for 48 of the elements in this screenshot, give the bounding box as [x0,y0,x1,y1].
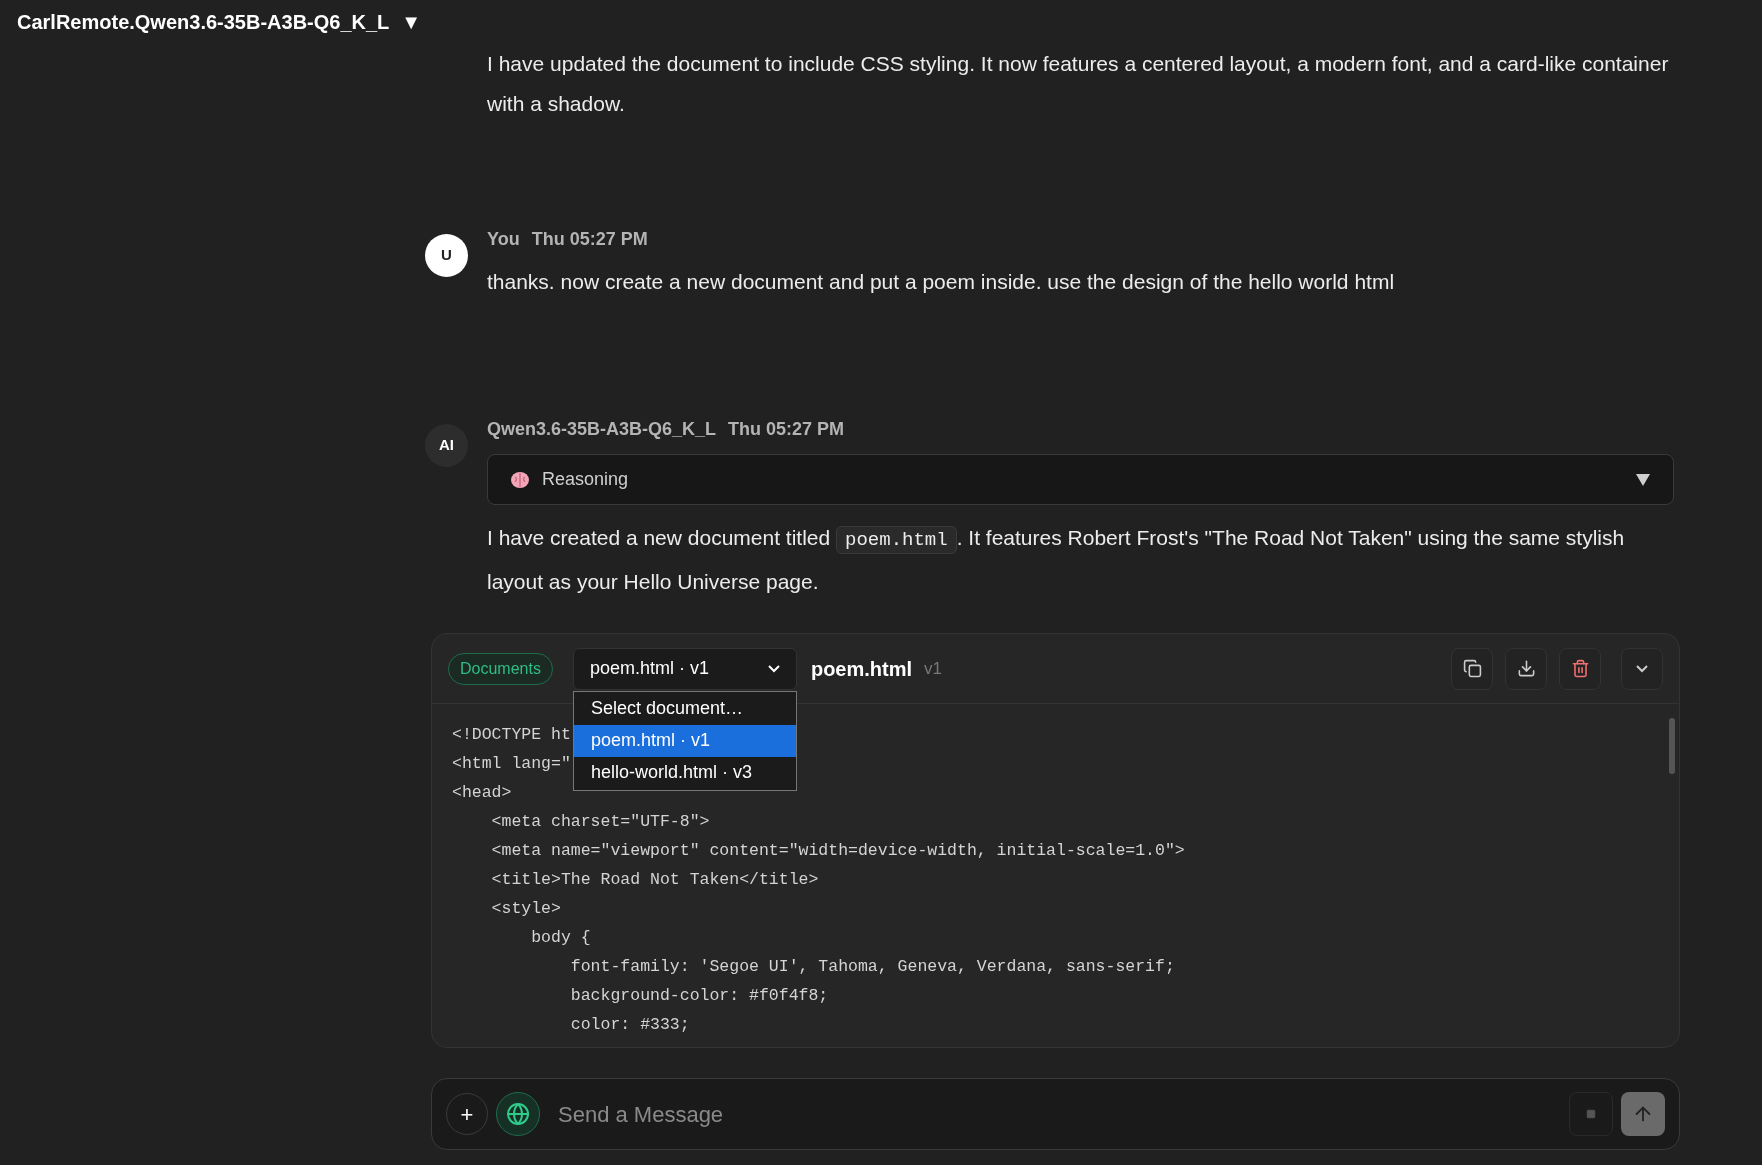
code-line: <meta charset="UTF-8"> [490,811,710,833]
avatar: AI [425,424,468,467]
stop-icon [1586,1109,1596,1119]
chevron-down-icon [767,664,780,673]
avatar: U [425,234,468,277]
code-line: <head> [452,782,512,804]
send-button[interactable] [1621,1092,1665,1136]
author-name: Qwen3.6-35B-A3B-Q6_K_L [487,417,717,441]
code-line: <!DOCTYPE ht [452,724,571,746]
copy-icon [1462,659,1482,678]
brain-icon [510,470,530,489]
code-line: <style> [490,898,561,920]
reasoning-toggle[interactable]: Reasoning [487,454,1674,505]
message-time: Thu 05:27 PM [531,227,648,251]
message-time: Thu 05:27 PM [728,417,845,441]
message-composer[interactable]: + Send a Message [431,1078,1680,1150]
message-text: I have updated the document to include CSS styling. It now features a centered layout, a modern font, and a card-like container with a shadow. [487,51,1670,117]
code-line: color: #333; [569,1014,690,1036]
delete-button[interactable] [1559,647,1601,690]
code-line: body { [530,927,591,949]
chevron-down-icon [1636,664,1648,673]
document-title: poem.html [810,656,913,682]
web-search-button[interactable] [496,1092,540,1136]
documents-tag: Documents [448,652,553,685]
message-input[interactable]: Send a Message [558,1097,1561,1131]
code-line: background-color: #f0f4f8; [569,985,829,1007]
code-line: <meta name="viewport" content="width=device-width, initial-scale=1.0"> [490,840,1185,862]
copy-button[interactable] [1451,647,1493,690]
model-name[interactable]: CarlRemote.Qwen3.6-35B-A3B-Q6_K_L [17,7,390,37]
download-button[interactable] [1505,647,1547,690]
code-line: <title>The Road Not Taken</title> [490,869,819,891]
scrollbar-thumb[interactable] [1669,718,1675,774]
menu-option[interactable]: Select document… [573,692,796,725]
caret-icon [1635,472,1651,487]
message-text: thanks. now create a new document and put a poem inside. use the design of the hello world html [487,269,1396,295]
inline-code: poem.html [836,526,957,554]
globe-icon [506,1102,530,1126]
caret-icon[interactable]: ▼ [401,7,422,37]
menu-option[interactable]: hello-world.html · v3 [573,756,796,789]
version-label: v1 [924,657,942,680]
document-select[interactable]: poem.html · v1 [572,647,797,690]
trash-icon [1570,659,1590,678]
author-name: You [487,227,520,251]
code-line: font-family: 'Segoe UI', Tahoma, Geneva, Verdana, sans-serif; [569,956,1175,978]
menu-option[interactable]: poem.html · v1 [573,724,796,757]
code-line: <html lang=" [452,753,571,775]
message-text: I have created a new document titled poem.html . It features Robert Frost's "The Road Not Taken" using the same stylish layout as your Hello Universe page. [487,525,1626,595]
download-icon [1516,659,1536,678]
